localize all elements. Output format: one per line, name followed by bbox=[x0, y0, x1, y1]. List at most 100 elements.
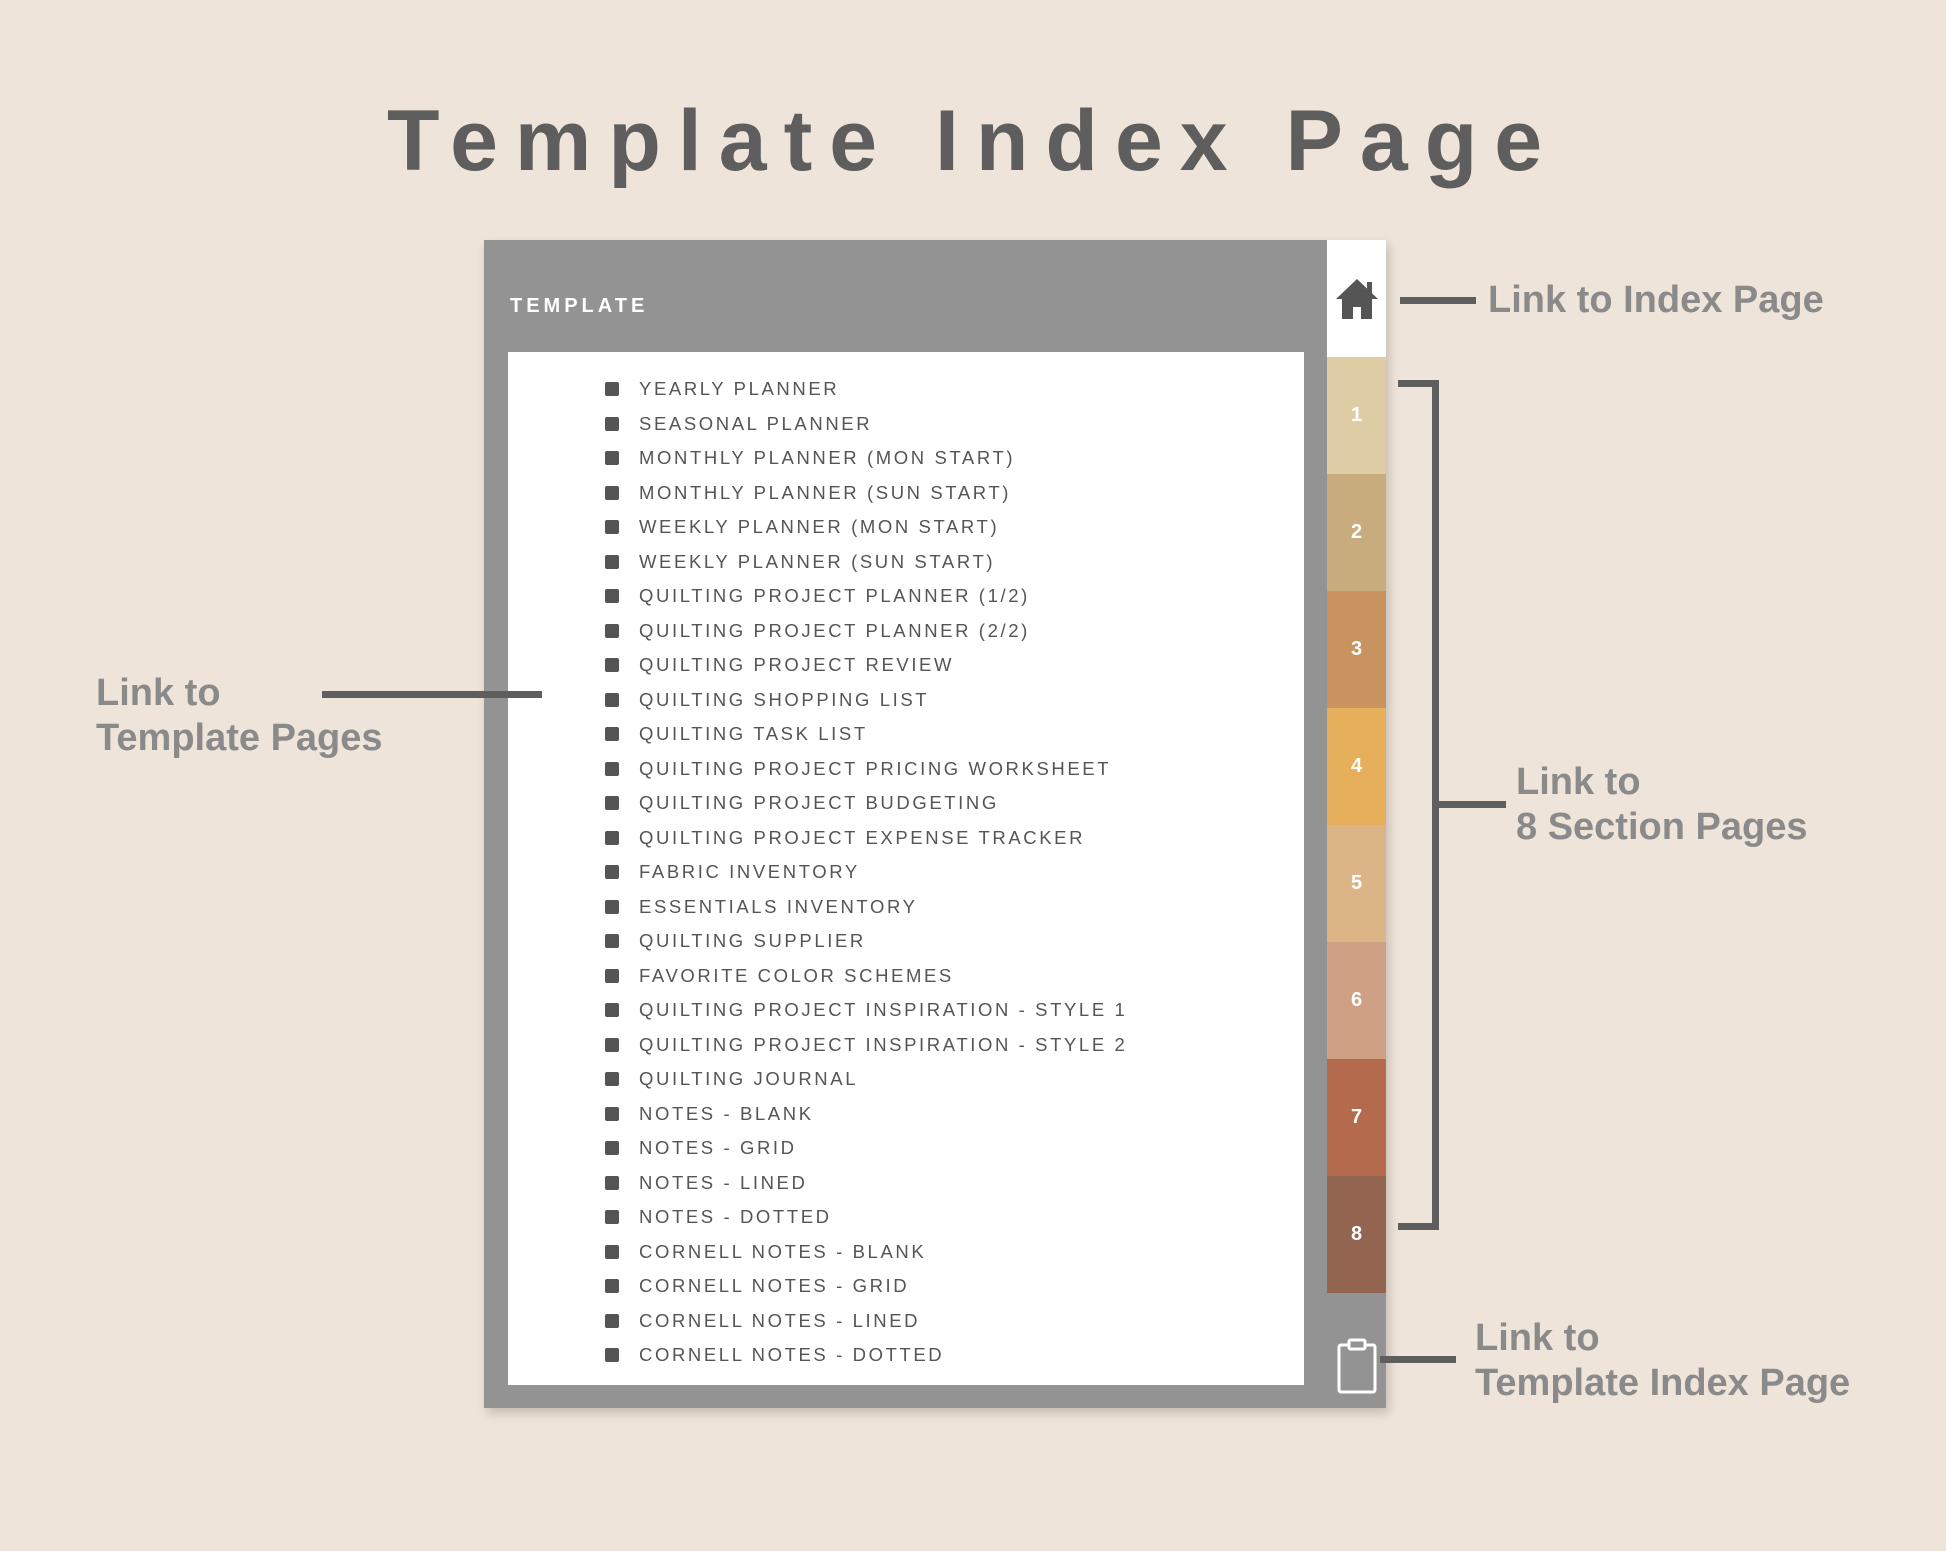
checkbox-bullet-icon bbox=[605, 485, 619, 500]
template-item-label: MONTHLY PLANNER (SUN START) bbox=[639, 481, 1012, 503]
checkbox-bullet-icon bbox=[605, 934, 619, 949]
checkbox-bullet-icon bbox=[605, 865, 619, 880]
template-item-label: WEEKLY PLANNER (SUN START) bbox=[639, 550, 996, 572]
template-list-item[interactable]: FABRIC INVENTORY bbox=[508, 855, 1304, 890]
template-item-label: QUILTING PROJECT EXPENSE TRACKER bbox=[639, 826, 1086, 848]
template-item-label: FABRIC INVENTORY bbox=[639, 861, 860, 883]
template-index-callout-line2: Template Index Page bbox=[1475, 1362, 1851, 1404]
template-item-label: CORNELL NOTES - DOTTED bbox=[639, 1344, 945, 1366]
sections-callout-line1: Link to bbox=[1516, 761, 1641, 803]
checkbox-bullet-icon bbox=[605, 520, 619, 535]
sections-bracket-bottom bbox=[1398, 1223, 1438, 1230]
template-list-item[interactable]: QUILTING JOURNAL bbox=[508, 1062, 1304, 1097]
template-list-item[interactable]: QUILTING PROJECT BUDGETING bbox=[508, 786, 1304, 821]
sections-bracket-stem bbox=[1436, 801, 1506, 808]
template-item-label: QUILTING PROJECT PRICING WORKSHEET bbox=[639, 757, 1112, 779]
template-list-item[interactable]: QUILTING PROJECT PLANNER (1/2) bbox=[508, 579, 1304, 614]
template-list-item[interactable]: FAVORITE COLOR SCHEMES bbox=[508, 959, 1304, 994]
template-index-tab[interactable] bbox=[1327, 1323, 1386, 1408]
template-item-label: QUILTING PROJECT REVIEW bbox=[639, 654, 955, 676]
template-list-item[interactable]: QUILTING PROJECT PRICING WORKSHEET bbox=[508, 752, 1304, 787]
template-list-item[interactable]: QUILTING TASK LIST bbox=[508, 717, 1304, 752]
section-tab-2[interactable]: 2 bbox=[1327, 474, 1386, 591]
template-list-item[interactable]: ESSENTIALS INVENTORY bbox=[508, 890, 1304, 925]
checkbox-bullet-icon bbox=[605, 1072, 619, 1087]
template-list-item[interactable]: SEASONAL PLANNER bbox=[508, 407, 1304, 442]
template-list-item[interactable]: NOTES - LINED bbox=[508, 1166, 1304, 1201]
template-list-item[interactable]: QUILTING PROJECT PLANNER (2/2) bbox=[508, 614, 1304, 649]
section-tab-7[interactable]: 7 bbox=[1327, 1059, 1386, 1176]
template-list-item[interactable]: NOTES - BLANK bbox=[508, 1097, 1304, 1132]
template-list-item[interactable]: QUILTING PROJECT REVIEW bbox=[508, 648, 1304, 683]
checkbox-bullet-icon bbox=[605, 623, 619, 638]
template-item-label: WEEKLY PLANNER (MON START) bbox=[639, 516, 1000, 538]
section-tab-4[interactable]: 4 bbox=[1327, 708, 1386, 825]
checkbox-bullet-icon bbox=[605, 1175, 619, 1190]
checkbox-bullet-icon bbox=[605, 968, 619, 983]
template-list: YEARLY PLANNER SEASONAL PLANNER MONTHLY PL… bbox=[508, 372, 1304, 1373]
checkbox-bullet-icon bbox=[605, 416, 619, 431]
checkbox-bullet-icon bbox=[605, 658, 619, 673]
template-list-item[interactable]: WEEKLY PLANNER (SUN START) bbox=[508, 545, 1304, 580]
section-tab-6[interactable]: 6 bbox=[1327, 942, 1386, 1059]
template-list-item[interactable]: QUILTING SHOPPING LIST bbox=[508, 683, 1304, 718]
templates-callout-line1: Link to bbox=[96, 672, 221, 714]
template-index-callout: Link to Template Index Page bbox=[1475, 1316, 1850, 1406]
templates-callout: Link to Template Pages bbox=[96, 671, 383, 761]
index-callout: Link to Index Page bbox=[1488, 278, 1824, 323]
template-list-item[interactable]: NOTES - GRID bbox=[508, 1131, 1304, 1166]
template-item-label: CORNELL NOTES - GRID bbox=[639, 1275, 910, 1297]
page-title: Template Index Page bbox=[386, 93, 1560, 189]
checkbox-bullet-icon bbox=[605, 830, 619, 845]
template-item-label: MONTHLY PLANNER (MON START) bbox=[639, 447, 1016, 469]
section-tab-1[interactable]: 1 bbox=[1327, 357, 1386, 474]
template-list-item[interactable]: CORNELL NOTES - DOTTED bbox=[508, 1338, 1304, 1373]
checkbox-bullet-icon bbox=[605, 1244, 619, 1259]
index-callout-text: Link to Index Page bbox=[1488, 279, 1824, 321]
template-index-callout-line bbox=[1380, 1356, 1456, 1363]
template-item-label: QUILTING TASK LIST bbox=[639, 723, 868, 745]
template-list-item[interactable]: MONTHLY PLANNER (MON START) bbox=[508, 441, 1304, 476]
checkbox-bullet-icon bbox=[605, 1003, 619, 1018]
checkbox-bullet-icon bbox=[605, 1210, 619, 1225]
template-list-item[interactable]: QUILTING PROJECT INSPIRATION - STYLE 2 bbox=[508, 1028, 1304, 1063]
template-list-item[interactable]: QUILTING SUPPLIER bbox=[508, 924, 1304, 959]
checkbox-bullet-icon bbox=[605, 1141, 619, 1156]
template-item-label: SEASONAL PLANNER bbox=[639, 412, 873, 434]
template-list-item[interactable]: CORNELL NOTES - BLANK bbox=[508, 1235, 1304, 1270]
checkbox-bullet-icon bbox=[605, 1279, 619, 1294]
template-list-item[interactable]: CORNELL NOTES - LINED bbox=[508, 1304, 1304, 1339]
section-tab-5[interactable]: 5 bbox=[1327, 825, 1386, 942]
template-list-item[interactable]: QUILTING PROJECT EXPENSE TRACKER bbox=[508, 821, 1304, 856]
side-tab-strip: 12345678 bbox=[1327, 240, 1386, 1408]
template-item-label: CORNELL NOTES - BLANK bbox=[639, 1240, 927, 1262]
template-index-callout-line1: Link to bbox=[1475, 1317, 1600, 1359]
template-item-label: NOTES - LINED bbox=[639, 1171, 808, 1193]
template-list-item[interactable]: QUILTING PROJECT INSPIRATION - STYLE 1 bbox=[508, 993, 1304, 1028]
checkbox-bullet-icon bbox=[605, 1313, 619, 1328]
template-list-item[interactable]: YEARLY PLANNER bbox=[508, 372, 1304, 407]
section-tab-8[interactable]: 8 bbox=[1327, 1176, 1386, 1293]
template-item-label: FAVORITE COLOR SCHEMES bbox=[639, 964, 954, 986]
template-list-panel: YEARLY PLANNER SEASONAL PLANNER MONTHLY PL… bbox=[508, 352, 1304, 1385]
template-item-label: YEARLY PLANNER bbox=[639, 378, 840, 400]
checkbox-bullet-icon bbox=[605, 899, 619, 914]
template-list-item[interactable]: CORNELL NOTES - GRID bbox=[508, 1269, 1304, 1304]
template-item-label: NOTES - GRID bbox=[639, 1137, 797, 1159]
section-tab-3[interactable]: 3 bbox=[1327, 591, 1386, 708]
checkbox-bullet-icon bbox=[605, 1037, 619, 1052]
template-item-label: QUILTING JOURNAL bbox=[639, 1068, 859, 1090]
template-list-item[interactable]: MONTHLY PLANNER (SUN START) bbox=[508, 476, 1304, 511]
template-item-label: NOTES - DOTTED bbox=[639, 1206, 832, 1228]
template-item-label: QUILTING PROJECT PLANNER (1/2) bbox=[639, 585, 1030, 607]
checkbox-bullet-icon bbox=[605, 554, 619, 569]
checkbox-bullet-icon bbox=[605, 382, 619, 397]
template-list-item[interactable]: WEEKLY PLANNER (MON START) bbox=[508, 510, 1304, 545]
index-callout-line bbox=[1400, 297, 1476, 304]
template-item-label: QUILTING PROJECT BUDGETING bbox=[639, 792, 999, 814]
template-list-item[interactable]: NOTES - DOTTED bbox=[508, 1200, 1304, 1235]
planner-header-label: TEMPLATE bbox=[510, 295, 649, 317]
checkbox-bullet-icon bbox=[605, 727, 619, 742]
template-item-label: CORNELL NOTES - LINED bbox=[639, 1309, 921, 1331]
home-tab[interactable] bbox=[1327, 240, 1386, 357]
